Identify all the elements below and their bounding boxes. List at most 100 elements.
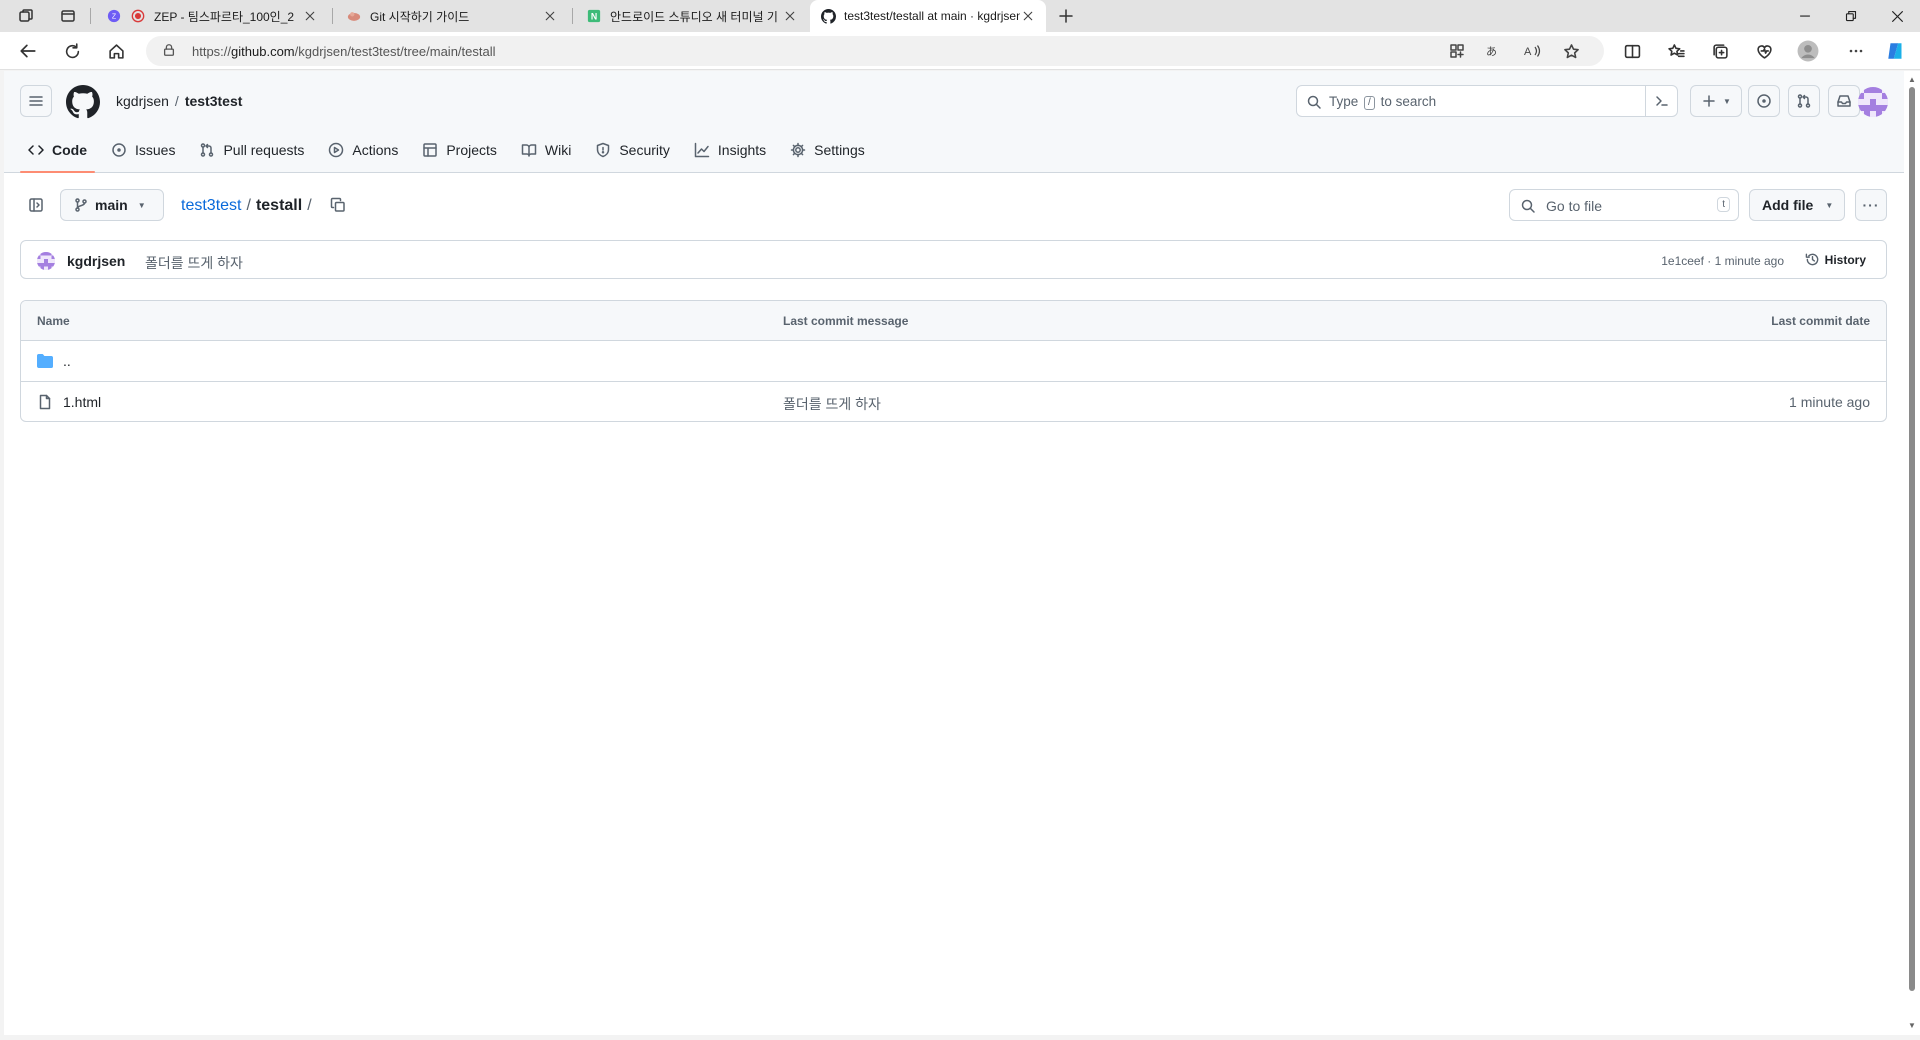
tab-label: Issues [135,142,176,158]
browser-tab-zep[interactable]: Z ZEP - 팀스파르타_100인_2 [96,0,328,32]
tab-settings[interactable]: Settings [782,127,873,173]
gear-icon [790,142,806,158]
create-new-button[interactable]: ▼ [1690,85,1742,117]
refresh-icon[interactable] [56,36,88,66]
tab-wiki[interactable]: Wiki [513,127,579,173]
lock-icon[interactable] [162,43,176,57]
inbox-icon [1837,95,1851,107]
column-last-commit-date: Last commit date [1771,314,1870,328]
tab-title: test3test/testall at main · kgdrjsen [844,9,1020,23]
tab-title: Git 시작하기 가이드 [370,9,470,24]
url-text[interactable]: https://github.com/kgdrjsen/test3test/tr… [192,44,496,59]
owner-link[interactable]: kgdrjsen [116,93,169,109]
svg-text:N: N [591,12,597,22]
expand-file-tree-button[interactable] [20,189,52,221]
read-aloud-icon[interactable]: A [1520,40,1546,62]
commit-message-link[interactable]: 폴더를 뜨게 하자 [145,253,243,273]
scroll-up-arrow-icon[interactable]: ▲ [1908,75,1916,84]
graph-icon [694,142,710,158]
parent-directory-link[interactable]: .. [63,353,71,369]
table-row[interactable]: 1.html 폴더를 뜨게 하자 1 minute ago [21,381,1886,421]
file-name-link[interactable]: 1.html [63,394,101,410]
folder-icon [37,353,53,369]
tab-actions-icon[interactable] [54,4,82,28]
commit-author-link[interactable]: kgdrjsen [67,253,125,269]
minimize-icon[interactable] [1782,0,1828,32]
tab-actions[interactable]: Actions [320,127,406,173]
translate-icon[interactable]: あ [1482,40,1508,62]
address-bar[interactable]: https://github.com/kgdrjsen/test3test/tr… [146,36,1604,66]
tab-insights[interactable]: Insights [686,127,774,173]
guide-favicon [346,8,362,24]
menu-button[interactable] [20,85,52,117]
search-placeholder: Type / to search [1329,94,1437,110]
user-avatar[interactable] [1858,87,1888,117]
favorites-icon[interactable] [1660,36,1692,66]
notion-favicon: N [586,8,602,24]
tab-label: Wiki [544,142,572,158]
breadcrumb-current-folder: testall [255,197,303,214]
git-pull-request-icon [1797,94,1811,108]
tab-title: ZEP - 팀스파르타_100인_2 [154,9,295,24]
tab-security[interactable]: Security [587,127,678,173]
table-icon [423,143,438,157]
browser-tab-github-active[interactable]: test3test/testall at main · kgdrjsen [810,0,1046,32]
workspaces-icon[interactable] [12,4,40,28]
inbox-button[interactable] [1828,85,1860,117]
code-icon [28,145,44,155]
close-window-icon[interactable] [1874,0,1920,32]
tab-label: Code [52,142,87,158]
global-search-input[interactable]: Type / to search [1296,85,1678,117]
breadcrumb-repo-link[interactable]: test3test [181,197,241,214]
pull-requests-button[interactable] [1788,85,1820,117]
tab-title: 안드로이드 스튜디오 새 터미널 기 [610,9,778,24]
tab-label: Settings [814,142,865,158]
close-tab-icon[interactable] [782,8,798,24]
browser-tab-android-studio[interactable]: N 안드로이드 스튜디오 새 터미널 기 [576,0,808,32]
repo-header: kgdrjsen / test3test Type / to search ▼ [4,71,1904,173]
add-file-button[interactable]: Add file ▼ [1749,189,1845,221]
more-options-button[interactable]: ··· [1855,189,1887,221]
scrollbar-thumb[interactable] [1909,87,1915,991]
home-icon[interactable] [100,36,132,66]
file-commit-message-link[interactable]: 폴더를 뜨게 하자 [783,394,881,414]
tab-pull-requests[interactable]: Pull requests [191,127,312,173]
settings-more-icon[interactable] [1840,36,1872,66]
browser-tab-git-guide[interactable]: Git 시작하기 가이드 [336,0,568,32]
repo-link[interactable]: test3test [185,93,243,109]
browser-essentials-icon[interactable] [1748,36,1780,66]
split-screen-icon[interactable] [1616,36,1648,66]
commit-hash-link[interactable]: 1e1ceef [1661,254,1704,268]
branch-selector-button[interactable]: main ▼ [60,189,164,221]
scroll-down-arrow-icon[interactable]: ▼ [1908,1021,1916,1030]
new-tab-icon[interactable] [1052,4,1080,28]
go-to-file-input[interactable]: Go to file t [1509,189,1739,221]
collections-icon[interactable] [1704,36,1736,66]
close-tab-icon[interactable] [1020,8,1036,24]
command-palette-button[interactable] [1645,86,1677,116]
file-icon [37,394,53,410]
favorite-star-icon[interactable] [1558,40,1584,62]
column-last-commit-message: Last commit message [783,314,909,328]
branch-name: main [95,197,128,213]
tab-code[interactable]: Code [20,127,95,173]
close-tab-icon[interactable] [302,8,318,24]
issues-button[interactable] [1748,85,1780,117]
close-tab-icon[interactable] [542,8,558,24]
github-logo-icon[interactable] [66,85,100,119]
tab-issues[interactable]: Issues [103,127,183,173]
copy-path-button[interactable] [326,193,350,217]
terminal-icon [1655,96,1668,106]
restore-icon[interactable] [1828,0,1874,32]
repo-nav-tabs: Code Issues Pull requests Actions Projec… [20,127,881,173]
history-button[interactable]: History [1805,252,1866,267]
book-icon [521,144,537,157]
commit-author-avatar[interactable] [37,252,55,270]
back-icon[interactable] [12,36,44,66]
table-row-parent-directory[interactable]: .. [21,341,1886,381]
tab-projects[interactable]: Projects [414,127,505,173]
profile-icon[interactable] [1792,36,1824,66]
page-scrollbar[interactable]: ▲ ▼ [1904,71,1920,1035]
copilot-icon[interactable] [1880,36,1912,66]
app-available-icon[interactable] [1444,40,1470,62]
